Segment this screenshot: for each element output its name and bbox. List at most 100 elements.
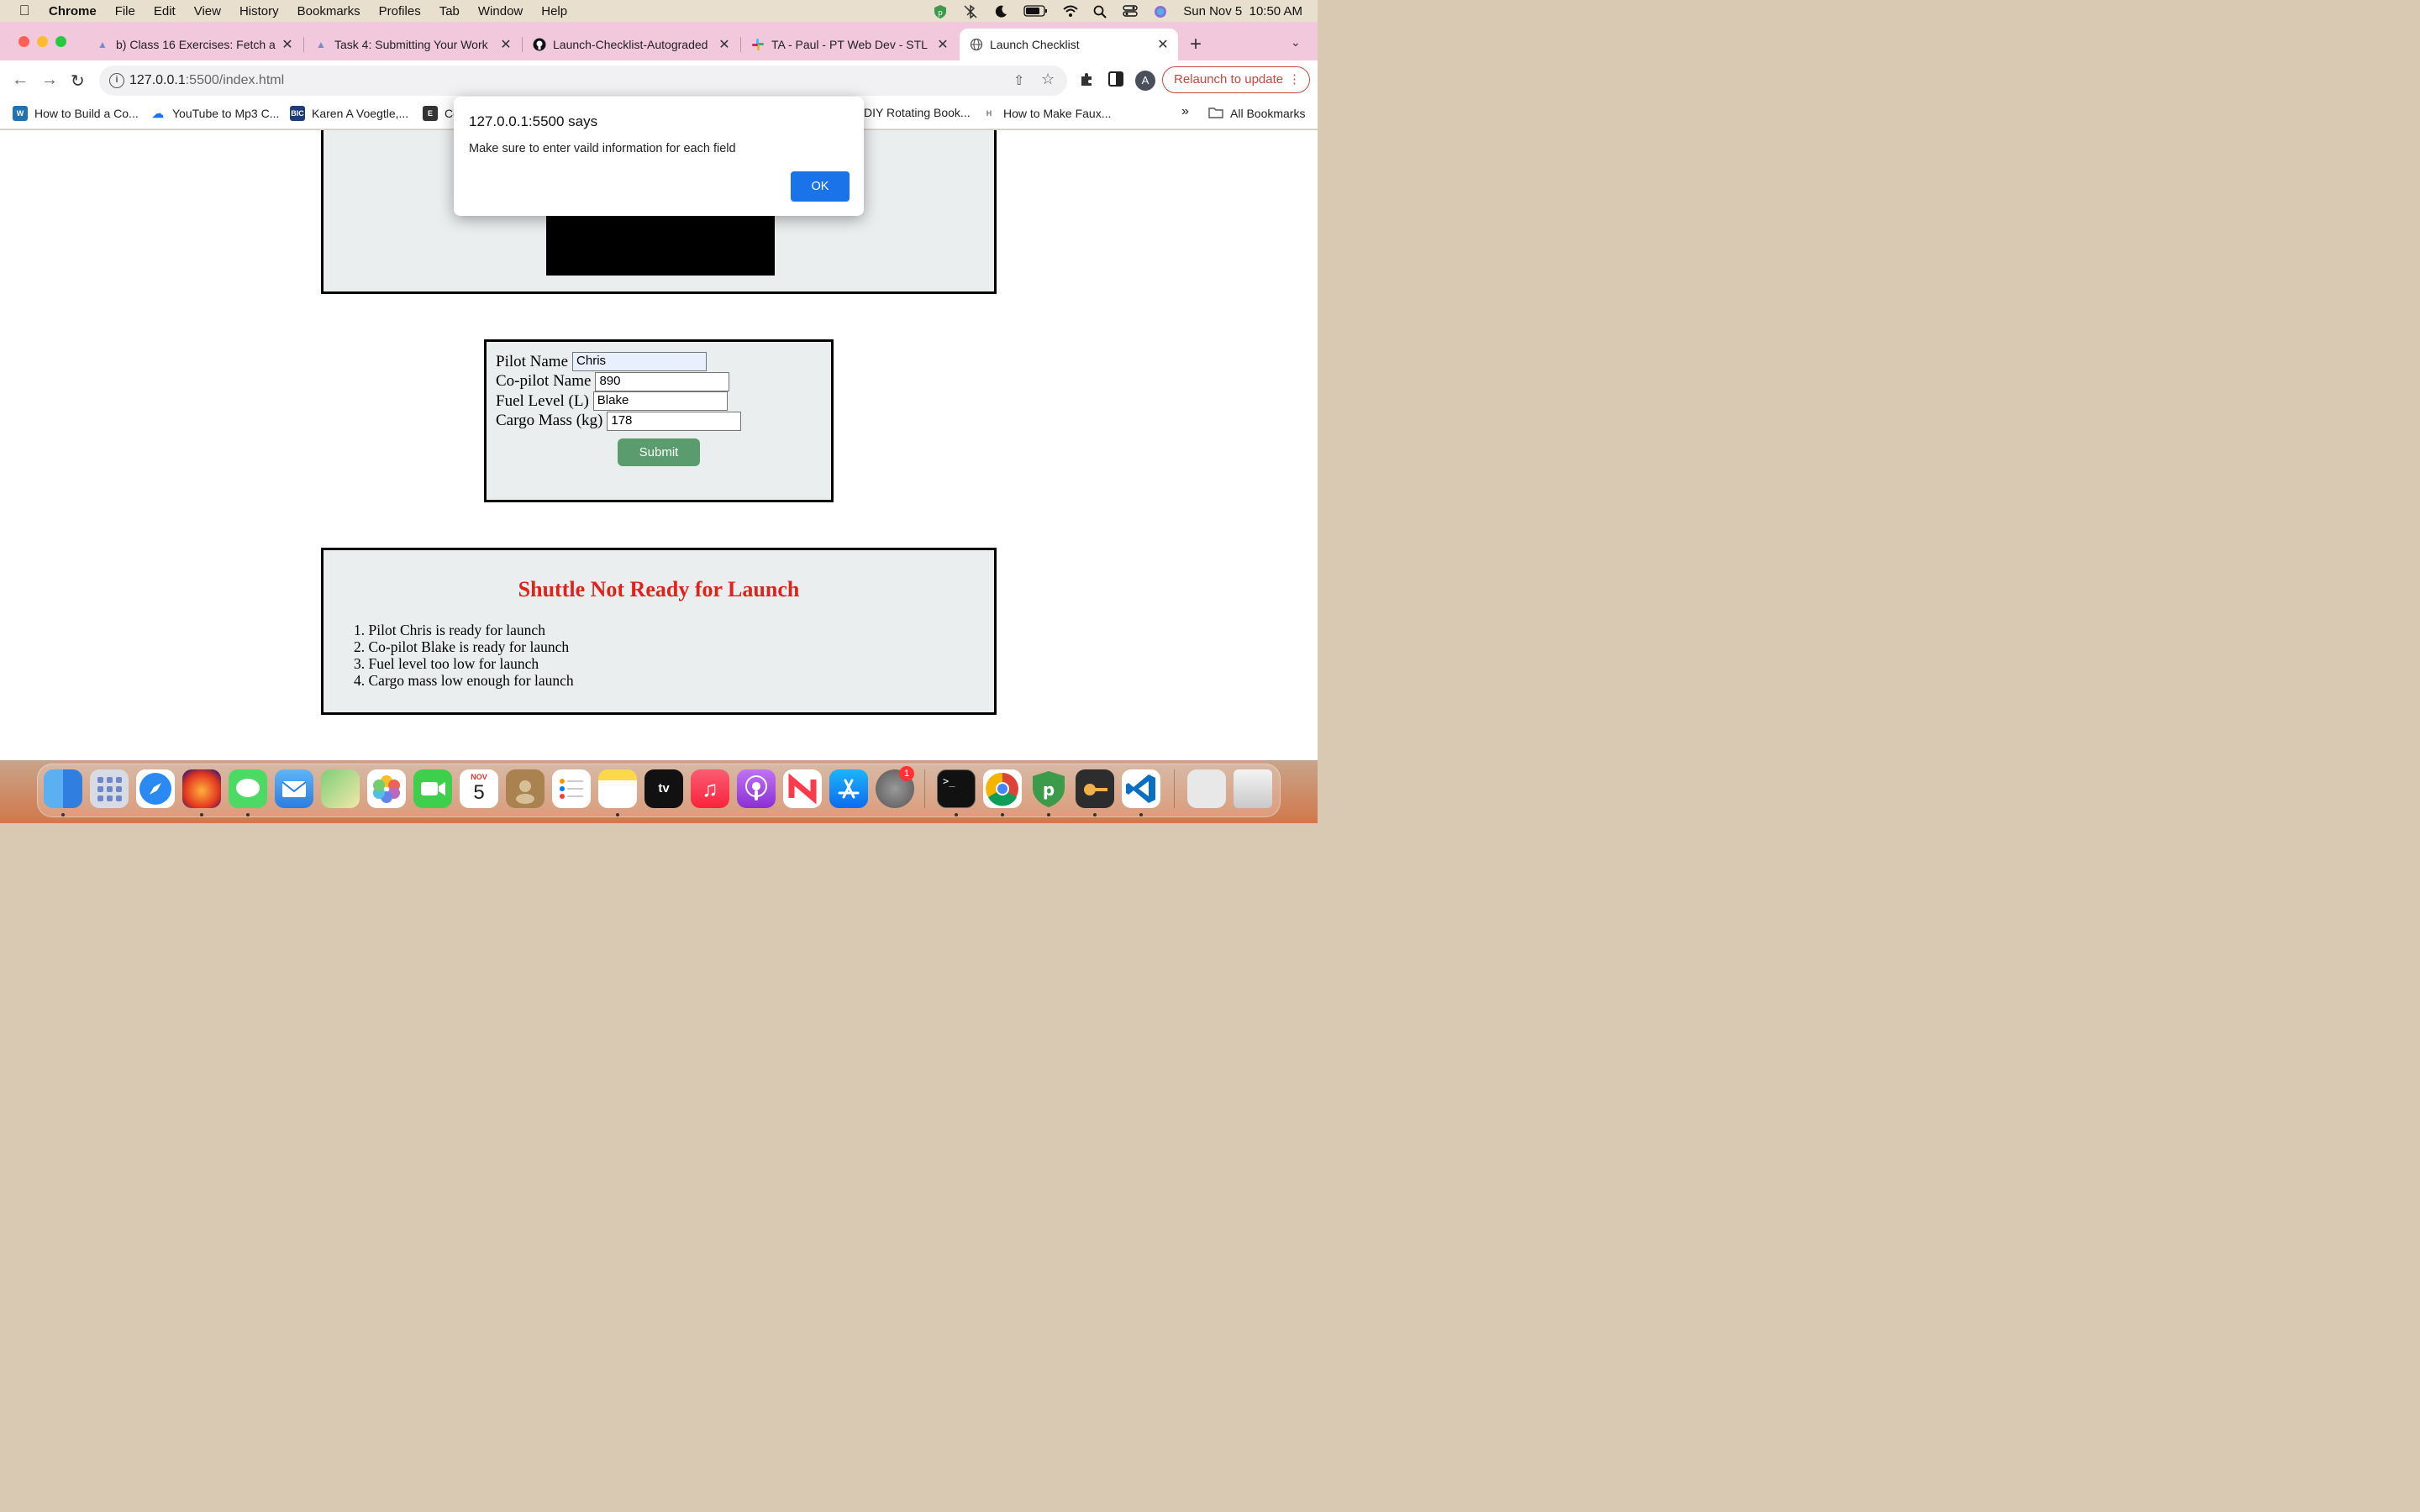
extensions-puzzle-icon[interactable] <box>1079 71 1096 92</box>
window-minimize-button[interactable] <box>37 36 48 47</box>
vpn-shield-icon[interactable]: p <box>933 4 950 18</box>
terminal-icon[interactable]: >_ <box>937 769 976 808</box>
site-info-icon[interactable]: i <box>109 73 124 88</box>
kebab-menu-icon[interactable]: ⋮ <box>1288 67 1301 92</box>
focus-moon-icon[interactable] <box>993 4 1010 18</box>
menu-history[interactable]: History <box>230 4 288 18</box>
share-icon[interactable]: ⇧ <box>1013 72 1024 89</box>
faulty-items-list: 1. Pilot Chris is ready for launch 2. Co… <box>354 622 574 689</box>
chrome-icon[interactable] <box>983 769 1022 808</box>
bic-icon: BIC <box>290 106 305 121</box>
tab-class16-exercises[interactable]: ▲ b) Class 16 Exercises: Fetch ar ✕ <box>96 29 294 60</box>
tab-task4-submitting[interactable]: ▲ Task 4: Submitting Your Work ✕ <box>314 29 513 60</box>
menu-view[interactable]: View <box>185 4 230 18</box>
system-settings-gear-icon[interactable]: 1 <box>876 766 914 808</box>
reminders-icon[interactable] <box>552 769 591 808</box>
calendar-icon[interactable]: NOV 5 <box>460 769 498 808</box>
forward-arrow-icon[interactable]: → <box>41 71 58 90</box>
tab-separator <box>303 37 304 52</box>
copilot-name-input[interactable]: 890 <box>595 371 730 391</box>
menu-tab[interactable]: Tab <box>430 4 469 18</box>
menu-profiles[interactable]: Profiles <box>370 4 430 18</box>
launch-status-title: Shuttle Not Ready for Launch <box>518 577 800 601</box>
fuel-level-input[interactable]: Blake <box>592 391 728 412</box>
menu-help[interactable]: Help <box>532 4 576 18</box>
window-close-button[interactable] <box>18 36 29 47</box>
facetime-icon[interactable] <box>413 769 452 808</box>
maps-icon[interactable] <box>321 769 360 808</box>
side-panel-icon[interactable] <box>1108 71 1123 91</box>
contacts-icon[interactable] <box>506 769 544 808</box>
safari-compass-icon[interactable] <box>136 769 175 808</box>
javascript-alert-dialog: 127.0.0.1:5500 says Make sure to enter v… <box>454 97 864 216</box>
messages-icon[interactable] <box>229 769 267 808</box>
menu-bookmarks[interactable]: Bookmarks <box>288 4 370 18</box>
mail-icon[interactable] <box>275 769 313 808</box>
tab-launch-checklist-active[interactable]: Launch Checklist ✕ <box>960 29 1178 60</box>
bookmark-item[interactable]: DIY Rotating Book... <box>864 106 971 119</box>
keychain-access-icon[interactable] <box>1076 769 1114 808</box>
all-bookmarks-folder[interactable]: All Bookmarks <box>1208 106 1305 121</box>
bluetooth-off-icon[interactable] <box>963 4 980 19</box>
globe-icon <box>970 38 983 51</box>
siri-icon[interactable] <box>1153 4 1170 18</box>
downloads-folder-icon[interactable] <box>1187 769 1226 808</box>
close-tab-icon[interactable]: ✕ <box>936 36 950 53</box>
close-tab-icon[interactable]: ✕ <box>1156 36 1170 53</box>
menu-app-chrome[interactable]: Chrome <box>49 4 106 18</box>
tab-github-launch-checklist[interactable]: Launch-Checklist-Autograded ✕ <box>533 29 731 60</box>
bookmark-item[interactable]: BIC Karen A Voegtle,... <box>290 106 408 121</box>
cargo-mass-row: Cargo Mass (kg) 178 <box>496 411 742 432</box>
cargo-mass-input[interactable]: 178 <box>607 411 742 431</box>
menu-file[interactable]: File <box>106 4 145 18</box>
close-tab-icon[interactable]: ✕ <box>281 36 294 53</box>
pilot-name-input[interactable]: Chris <box>572 352 708 372</box>
close-tab-icon[interactable]: ✕ <box>499 36 513 53</box>
submit-button[interactable]: Submit <box>618 438 700 466</box>
window-zoom-button[interactable] <box>55 36 66 47</box>
running-indicator <box>955 813 958 816</box>
bookmark-item[interactable]: W How to Build a Co... <box>13 106 139 121</box>
bookmark-item[interactable]: ☁ YouTube to Mp3 C... <box>150 106 279 121</box>
address-url[interactable]: 127.0.0.1:5500/index.html <box>129 73 284 88</box>
finder-icon[interactable] <box>44 769 82 808</box>
bookmark-item[interactable]: H How to Make Faux... <box>981 106 1111 121</box>
menubar-clock[interactable]: Sun Nov 5 10:50 AM <box>1183 4 1302 18</box>
music-icon[interactable]: ♫ <box>691 769 729 808</box>
podcasts-icon[interactable] <box>737 769 776 808</box>
control-center-icon[interactable] <box>1123 4 1139 18</box>
relaunch-to-update-button[interactable]: Relaunch to update ⋮ <box>1162 66 1310 93</box>
news-icon[interactable] <box>783 769 822 808</box>
tab-separator <box>740 37 741 52</box>
bookmark-star-icon[interactable]: ☆ <box>1041 71 1055 88</box>
reload-icon[interactable]: ↻ <box>71 71 85 92</box>
apple-tv-icon[interactable]: tv <box>644 769 683 808</box>
spotlight-search-icon[interactable] <box>1092 4 1109 18</box>
close-tab-icon[interactable]: ✕ <box>718 36 731 53</box>
profile-avatar[interactable]: A <box>1135 71 1155 91</box>
trash-icon[interactable] <box>1234 769 1272 808</box>
photos-icon[interactable] <box>367 769 406 808</box>
app-store-icon[interactable] <box>829 769 868 808</box>
notes-icon[interactable] <box>598 769 637 808</box>
launchpad-icon[interactable] <box>90 769 129 808</box>
calendar-month: NOV <box>471 773 487 781</box>
alert-ok-button[interactable]: OK <box>791 171 850 202</box>
tab-search-chevron-down-icon[interactable]: ⌄ <box>1291 35 1301 50</box>
new-tab-plus-icon[interactable]: + <box>1190 33 1202 56</box>
apple-menu-icon[interactable]:  <box>0 3 49 19</box>
battery-icon[interactable] <box>1023 4 1049 18</box>
privateinternetaccess-vpn-icon[interactable]: p <box>1029 769 1068 808</box>
slack-icon <box>751 38 765 51</box>
macos-menu-bar:  Chrome File Edit View History Bookmark… <box>0 0 1318 22</box>
back-arrow-icon[interactable]: ← <box>12 71 29 90</box>
bookmarks-overflow-chevron[interactable]: » <box>1181 104 1189 119</box>
firefox-icon[interactable] <box>182 769 221 808</box>
vscode-icon[interactable] <box>1122 769 1160 808</box>
menu-edit[interactable]: Edit <box>145 4 185 18</box>
folder-icon <box>1208 106 1223 121</box>
menu-window[interactable]: Window <box>469 4 532 18</box>
address-bar[interactable]: i 127.0.0.1:5500/index.html ⇧ ☆ <box>99 66 1067 96</box>
wifi-icon[interactable] <box>1062 4 1079 18</box>
tab-slack-ta-paul[interactable]: TA - Paul - PT Web Dev - STL ✕ <box>751 29 950 60</box>
